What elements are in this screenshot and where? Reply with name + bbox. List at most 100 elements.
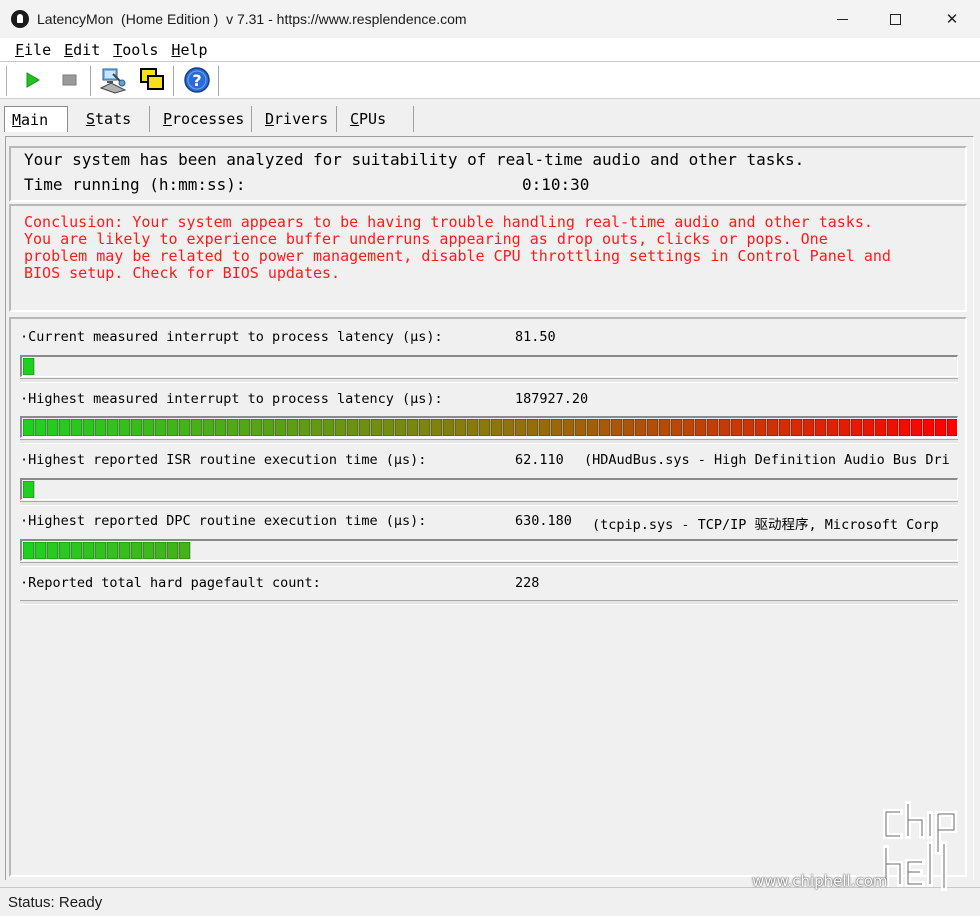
tab-drivers[interactable]: Drivers — [253, 106, 337, 132]
bar-segment — [886, 419, 899, 436]
highest-latency-value: 187927.20 — [515, 391, 589, 407]
bar-segment — [490, 419, 503, 436]
menu-file[interactable]: File — [15, 41, 51, 59]
tab-processes[interactable]: Processes — [151, 106, 252, 132]
bar-segment — [94, 542, 107, 559]
bar-segment — [646, 419, 659, 436]
bar-segment — [46, 542, 59, 559]
bar-segment — [23, 358, 35, 375]
bar-segment — [394, 419, 407, 436]
stop-icon — [62, 74, 77, 86]
bar-segment — [190, 419, 203, 436]
menu-edit[interactable]: Edit — [64, 41, 100, 59]
bar-segment — [766, 419, 779, 436]
dpc-time-bar-fill — [23, 542, 191, 559]
bar-segment — [322, 419, 335, 436]
tab-cpus[interactable]: C PUs — [338, 106, 414, 132]
highest-latency-label: ·Highest measured interrupt to process l… — [20, 391, 443, 407]
bar-divider — [20, 600, 958, 605]
bar-divider — [20, 439, 958, 444]
maximize-button[interactable] — [867, 0, 923, 38]
bar-segment — [106, 542, 119, 559]
status-text: Status: Ready — [8, 893, 103, 911]
watermark: www.chiphell.com — [752, 800, 972, 900]
play-icon — [26, 72, 40, 88]
latencymon-app-icon — [11, 10, 29, 28]
bar-segment — [94, 419, 107, 436]
bar-segment — [346, 419, 359, 436]
bar-segment — [202, 419, 215, 436]
pagefault-value: 228 — [515, 575, 540, 591]
bar-segment — [562, 419, 575, 436]
conclusion-text: Conclusion: Your system appears to be ha… — [24, 213, 891, 282]
help-icon: ? — [184, 67, 210, 93]
bar-segment — [58, 542, 71, 559]
bar-segment — [262, 419, 275, 436]
bar-segment — [82, 542, 95, 559]
chiphell-logo — [883, 801, 957, 891]
bar-segment — [622, 419, 635, 436]
bar-segments — [23, 542, 191, 559]
pc-analyze-icon — [99, 68, 127, 94]
bar-segment — [478, 419, 491, 436]
bar-segment — [118, 542, 131, 559]
bar-segment — [946, 419, 957, 436]
bar-segment — [634, 419, 647, 436]
windows-button[interactable] — [138, 66, 166, 94]
bar-segment — [70, 542, 83, 559]
bar-segment — [154, 542, 167, 559]
bar-segment — [814, 419, 827, 436]
bar-divider — [20, 562, 958, 567]
bar-divider — [20, 378, 958, 383]
menu-bar: File Edit Tools Help — [0, 38, 980, 62]
bar-segment — [130, 542, 143, 559]
current-latency-bar — [20, 355, 958, 377]
tab-stats[interactable]: Stats — [74, 106, 150, 132]
tab-main[interactable]: Main — [4, 106, 68, 132]
isr-driver-info: (HDAudBus.sys - High Definition Audio Bu… — [584, 452, 950, 468]
bar-segment — [430, 419, 443, 436]
stop-monitor-button[interactable] — [55, 66, 83, 94]
highest-latency-bar — [20, 416, 958, 438]
bar-segment — [538, 419, 551, 436]
bar-segment — [154, 419, 167, 436]
bar-segment — [838, 419, 851, 436]
bar-segment — [442, 419, 455, 436]
bar-segment — [730, 419, 743, 436]
bar-segment — [142, 542, 155, 559]
menu-help[interactable]: Help — [171, 41, 207, 59]
bar-segment — [694, 419, 707, 436]
bar-segment — [178, 542, 191, 559]
current-latency-bar-fill — [23, 358, 35, 375]
bar-segment — [130, 419, 143, 436]
toolbar-separator — [173, 66, 175, 96]
bar-segment — [226, 419, 239, 436]
bar-segment — [358, 419, 371, 436]
bar-segment — [23, 542, 35, 559]
minimize-button[interactable] — [814, 0, 870, 38]
bar-segment — [790, 419, 803, 436]
maximize-icon — [889, 13, 901, 25]
bar-segment — [874, 419, 887, 436]
bar-segments — [23, 358, 35, 375]
help-button[interactable]: ? — [183, 66, 211, 94]
dpc-time-bar — [20, 539, 958, 561]
bar-segment — [802, 419, 815, 436]
bar-segment — [334, 419, 347, 436]
bar-segment — [454, 419, 467, 436]
bar-segment — [238, 419, 251, 436]
toolbar-separator — [90, 66, 92, 96]
bar-segment — [670, 419, 683, 436]
bar-segment — [706, 419, 719, 436]
analyze-button[interactable] — [99, 66, 127, 94]
bar-segment — [106, 419, 119, 436]
bar-segment — [418, 419, 431, 436]
start-monitor-button[interactable] — [18, 66, 46, 94]
isr-time-value: 62.110 — [515, 452, 564, 468]
time-running-value: 0:10:30 — [522, 175, 590, 194]
bar-segment — [910, 419, 923, 436]
close-button[interactable]: ✕ — [924, 0, 980, 38]
menu-tools[interactable]: Tools — [113, 41, 158, 59]
isr-time-bar-fill — [23, 481, 35, 498]
bar-segment — [23, 481, 35, 498]
